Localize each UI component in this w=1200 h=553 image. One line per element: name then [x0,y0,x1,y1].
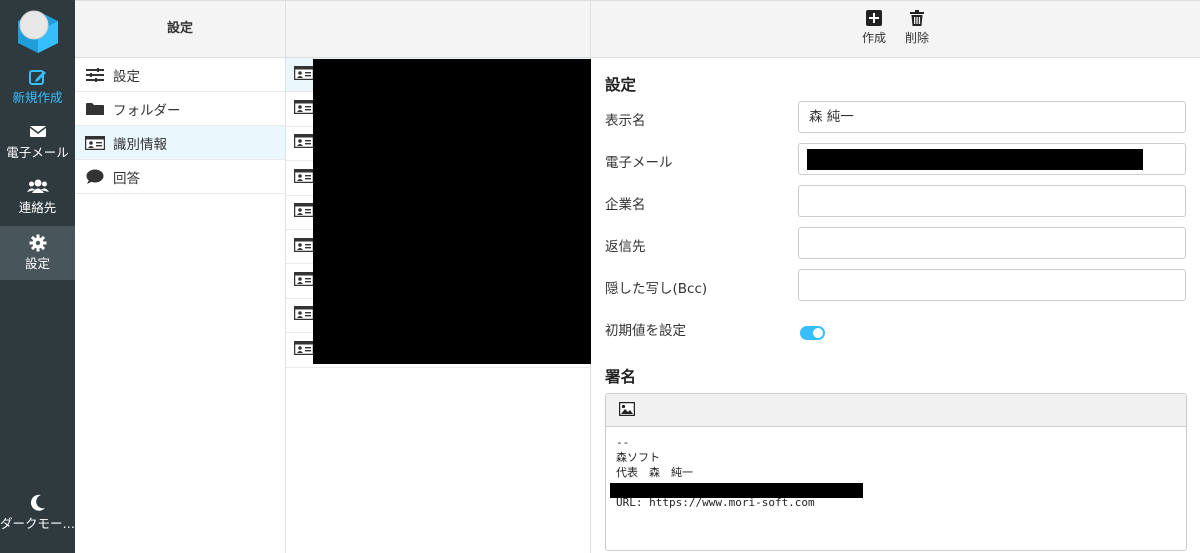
delete-button[interactable]: 削除 [897,10,937,46]
email-input[interactable] [798,143,1186,175]
redaction-block [807,149,1143,170]
users-icon [0,178,75,200]
signature-toolbar [606,394,1186,427]
signature-line: 森ソフト [616,451,660,464]
signature-section-title: 署名 [605,368,637,386]
id-card-icon [293,340,315,359]
settings-list-column: 設定 設定 フォルダー 識別情報 回答 [75,0,286,553]
settings-column-title: 設定 [75,0,285,58]
organization-label: 企業名 [605,197,646,213]
redaction-block [610,483,863,498]
plus-square-icon [854,10,894,30]
identities-column-header [286,0,590,58]
id-card-icon [293,168,315,187]
id-card-icon [293,99,315,118]
trash-icon [897,10,937,30]
nav-contacts-label: 連絡先 [18,200,57,215]
id-card-icon [293,271,315,290]
id-card-icon [293,203,315,221]
main-nav: 新規作成 電子メール 連絡先 設定 ダークモー… [0,0,75,553]
settings-item-identities[interactable]: 識別情報 [75,126,285,160]
email-row: 電子メール [605,143,1186,175]
settings-item-label: 識別情報 [113,136,167,153]
toggle-knob [813,328,823,338]
id-card-icon [85,135,105,151]
app: 新規作成 電子メール 連絡先 設定 ダークモー… 設定 設定 フォルダー 識別情… [0,0,1200,553]
settings-item-label: 設定 [113,68,140,85]
nav-settings[interactable]: 設定 [0,226,75,280]
nav-dark-mode[interactable]: ダークモー… [0,486,75,540]
delete-label: 削除 [904,31,929,45]
settings-item-preferences[interactable]: 設定 [75,58,285,92]
logo[interactable] [12,5,64,57]
folder-icon [85,101,105,117]
bcc-label: 隠した写し(Bcc) [605,281,708,297]
reply-to-label: 返信先 [605,239,646,255]
settings-item-label: フォルダー [113,102,181,119]
envelope-icon [0,123,75,145]
reply-to-row: 返信先 [605,227,1186,259]
display-name-input[interactable]: 森 純一 [798,101,1186,133]
signature-line: -- [616,436,630,449]
identities-column [286,0,595,553]
edit-icon [0,68,75,90]
nav-dark-mode-label: ダークモー… [0,516,75,531]
nav-mail-label: 電子メール [6,145,69,160]
create-button[interactable]: 作成 [854,10,894,46]
redaction-block [313,59,595,364]
detail-toolbar: 作成 削除 [591,0,1200,58]
id-card-icon [293,134,315,152]
default-row: 初期値を設定 [605,311,1185,343]
id-card-icon [293,306,315,324]
organization-input[interactable] [798,185,1186,217]
sliders-icon [85,67,105,83]
settings-item-label: 回答 [113,170,140,187]
bcc-input[interactable] [798,269,1186,301]
signature-text[interactable]: -- 森ソフト 代表 森 純一 URL: https://www.mori-so… [606,427,1186,510]
signature-line: 代表 森 純一 [616,466,693,479]
bcc-row: 隠した写し(Bcc) [605,269,1186,301]
organization-row: 企業名 [605,185,1186,217]
settings-item-folders[interactable]: フォルダー [75,92,285,126]
speech-bubble-icon [85,169,105,185]
settings-item-responses[interactable]: 回答 [75,160,285,194]
display-name-label: 表示名 [605,113,646,129]
email-label: 電子メール [605,155,673,171]
id-card-icon [293,65,315,84]
nav-contacts[interactable]: 連絡先 [0,170,75,224]
signature-editor[interactable]: -- 森ソフト 代表 森 純一 URL: https://www.mori-so… [605,393,1187,551]
create-label: 作成 [861,31,886,45]
gear-icon [0,234,75,256]
nav-settings-label: 設定 [24,256,50,271]
display-name-row: 表示名 森 純一 [605,101,1186,133]
identity-detail: 作成 削除 設定 表示名 森 純一 電子メール 企業名 返信先 隠した写し(Bc… [591,0,1200,553]
nav-compose-label: 新規作成 [12,90,63,105]
default-label: 初期値を設定 [605,323,686,339]
nav-mail[interactable]: 電子メール [0,115,75,169]
image-icon[interactable] [618,401,636,420]
id-card-icon [293,237,315,256]
nav-compose[interactable]: 新規作成 [0,60,75,114]
moon-icon [0,494,75,516]
default-toggle[interactable] [800,326,825,340]
settings-section-title: 設定 [605,76,637,94]
reply-to-input[interactable] [798,227,1186,259]
